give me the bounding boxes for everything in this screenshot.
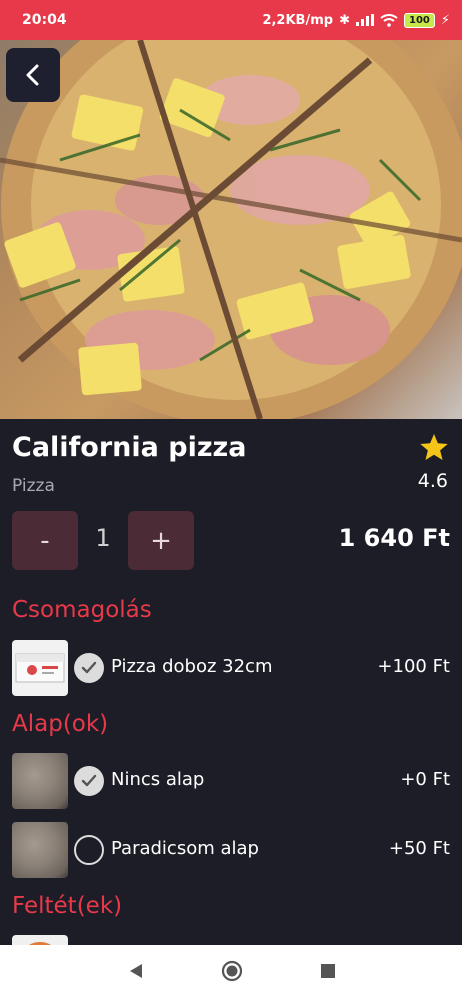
nav-recents-button[interactable]	[316, 959, 340, 983]
bluetooth-icon: ✱	[339, 12, 350, 28]
section-title-base: Alap(ok)	[12, 711, 109, 737]
product-image	[0, 40, 462, 419]
status-icons: 2,2KB/mp ✱ 100 ⚡	[262, 12, 450, 28]
plus-icon: +	[150, 525, 172, 556]
check-icon	[81, 661, 97, 674]
option-tomato-base[interactable]: Paradicsom alap +50 Ft	[0, 822, 462, 880]
section-title-packaging: Csomagolás	[12, 597, 152, 623]
product-rating: 4.6	[417, 470, 448, 492]
option-name: Nincs alap	[111, 769, 205, 790]
option-price: +100 Ft	[377, 656, 450, 677]
minus-icon: -	[40, 525, 50, 556]
option-no-base[interactable]: Nincs alap +0 Ft	[0, 753, 462, 811]
option-name: Pizza doboz 32cm	[111, 656, 273, 677]
nav-back-button[interactable]	[124, 959, 148, 983]
battery-icon: 100	[403, 12, 435, 28]
option-checkbox[interactable]	[74, 835, 104, 865]
option-price: +50 Ft	[388, 838, 450, 859]
option-pizza-box[interactable]: Pizza doboz 32cm +100 Ft	[0, 640, 462, 698]
option-thumbnail	[12, 753, 68, 809]
square-recents-icon	[321, 964, 335, 978]
quantity-decrease-button[interactable]: -	[12, 511, 78, 570]
circle-home-icon	[221, 960, 243, 982]
pizza-illustration	[0, 40, 462, 419]
quantity-value: 1	[95, 524, 111, 552]
option-name: Paradicsom alap	[111, 838, 259, 859]
system-nav-bar	[0, 945, 462, 1000]
check-icon	[81, 774, 97, 787]
option-thumbnail	[12, 822, 68, 878]
product-title: California pizza	[12, 432, 247, 463]
triangle-back-icon	[130, 964, 142, 978]
nav-home-button[interactable]	[220, 959, 244, 983]
status-time: 20:04	[22, 12, 67, 28]
total-price: 1 640 Ft	[338, 524, 450, 552]
star-icon	[420, 434, 448, 460]
network-speed: 2,2KB/mp	[262, 12, 334, 28]
back-button[interactable]	[6, 48, 60, 102]
pizza-box-image	[15, 653, 65, 683]
chevron-left-icon	[26, 64, 39, 86]
quantity-increase-button[interactable]: +	[128, 511, 194, 570]
status-bar: 20:04 2,2KB/mp ✱ 100 ⚡	[0, 0, 462, 40]
option-thumbnail	[12, 640, 68, 696]
signal-icon	[355, 14, 374, 26]
charging-icon: ⚡	[440, 12, 450, 28]
option-price: +0 Ft	[400, 769, 450, 790]
wifi-icon	[380, 13, 398, 27]
option-checkbox[interactable]	[74, 653, 104, 683]
product-category: Pizza	[12, 476, 55, 496]
option-checkbox[interactable]	[74, 766, 104, 796]
section-title-toppings: Feltét(ek)	[12, 893, 123, 919]
